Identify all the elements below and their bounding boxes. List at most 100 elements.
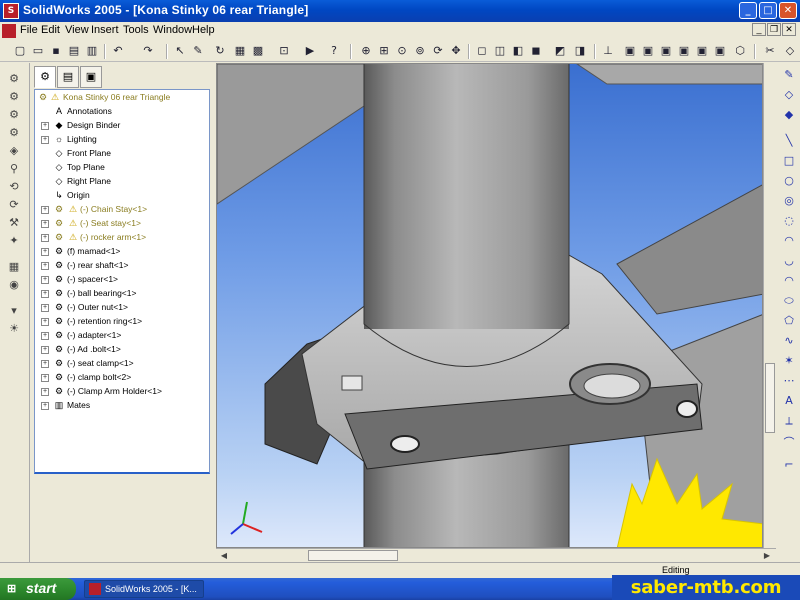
solidworks-logo-icon[interactable]: S — [3, 3, 19, 19]
hide-show-icon[interactable]: ⚙ — [5, 107, 23, 123]
hidden-lines-icon[interactable]: ◫ — [492, 43, 508, 59]
menu-tools[interactable]: Tools — [123, 24, 149, 36]
rotate-component-icon[interactable]: ⟳ — [5, 197, 23, 213]
spline-icon[interactable]: ∿ — [781, 333, 797, 349]
bottom-view-icon[interactable]: ▣ — [712, 43, 728, 59]
diamond-icon[interactable]: ◆ — [781, 107, 797, 123]
shaded-icon[interactable]: ◼ — [528, 43, 544, 59]
expand-icon[interactable]: + — [41, 360, 49, 368]
rebuild-icon[interactable]: ↻ — [212, 43, 228, 59]
maximize-button[interactable]: □ — [759, 2, 777, 19]
feature-tree-tab[interactable]: ⚙ — [34, 66, 56, 88]
circle-center-icon[interactable]: ◎ — [781, 193, 797, 209]
centerpoint-arc-icon[interactable]: ◡ — [781, 253, 797, 269]
smart-dimension-icon[interactable]: ◇ — [781, 87, 797, 103]
three-point-arc-icon[interactable]: ◠ — [781, 273, 797, 289]
expand-icon[interactable]: + — [41, 318, 49, 326]
front-view-icon[interactable]: ▣ — [622, 43, 638, 59]
insert-component-icon[interactable]: ⚙ — [5, 89, 23, 105]
standard-views-icon[interactable]: ⊥ — [600, 43, 616, 59]
scroll-left-icon[interactable]: ◀ — [218, 550, 230, 561]
mirror-icon[interactable]: ⟂ — [781, 413, 797, 429]
arc-icon[interactable]: ◠ — [781, 233, 797, 249]
smart-fasteners-icon[interactable]: ⚒ — [5, 215, 23, 231]
fillet-icon[interactable]: ⌒ — [781, 435, 797, 451]
dropdown-icon[interactable]: ▾ — [5, 303, 23, 319]
zoom-selection-icon[interactable]: ⊚ — [412, 43, 428, 59]
property-tab[interactable]: ▤ — [57, 66, 79, 88]
section-icon[interactable]: ◨ — [572, 43, 588, 59]
start-button[interactable]: ⊞ start — [0, 578, 76, 600]
left-view-icon[interactable]: ▣ — [658, 43, 674, 59]
zoom-in-icon[interactable]: ⊙ — [394, 43, 410, 59]
horizontal-scroll-thumb[interactable] — [308, 550, 398, 561]
wireframe-icon[interactable]: ◻ — [474, 43, 490, 59]
viewport-vertical-scrollbar[interactable] — [763, 63, 776, 548]
expand-icon[interactable]: + — [41, 346, 49, 354]
doc-minimize-button[interactable]: _ — [752, 23, 766, 36]
tangent-arc-icon[interactable]: ◌ — [781, 213, 797, 229]
print-preview-icon[interactable]: ▥ — [84, 43, 100, 59]
menu-view[interactable]: View — [65, 24, 89, 36]
select-icon[interactable]: ↖ — [172, 43, 188, 59]
right-view-icon[interactable]: ▣ — [676, 43, 692, 59]
print-icon[interactable]: ▤ — [66, 43, 82, 59]
vertical-scroll-thumb[interactable] — [765, 363, 775, 433]
forward-icon[interactable]: ▶ — [302, 43, 318, 59]
polygon-icon[interactable]: ⬠ — [781, 313, 797, 329]
rectangle-icon[interactable]: □ — [781, 153, 797, 169]
smart-dimension-icon[interactable]: ◇ — [782, 43, 798, 59]
zoom-area-icon[interactable]: ⊞ — [376, 43, 392, 59]
line-icon[interactable]: ╲ — [781, 133, 797, 149]
sketch-tool-icon[interactable]: ✂ — [762, 43, 778, 59]
new-icon[interactable]: ▢ — [12, 43, 28, 59]
ellipse-icon[interactable]: ⬭ — [781, 293, 797, 309]
menu-file[interactable]: File — [20, 24, 38, 36]
doc-restore-button[interactable]: ❐ — [767, 23, 781, 36]
minimize-button[interactable]: _ — [739, 2, 757, 19]
options-icon[interactable]: ▦ — [232, 43, 248, 59]
save-icon[interactable]: ▪ — [48, 43, 64, 59]
menu-help[interactable]: Help — [192, 24, 215, 36]
document-icon[interactable] — [2, 24, 16, 38]
grid-icon[interactable]: ▩ — [250, 43, 266, 59]
expand-icon[interactable]: + — [41, 220, 49, 228]
feature-icon[interactable]: ◉ — [5, 277, 23, 293]
expand-icon[interactable]: + — [41, 290, 49, 298]
expand-icon[interactable]: + — [41, 234, 49, 242]
edit-component-icon[interactable]: ◈ — [5, 143, 23, 159]
sketch-icon[interactable]: ✎ — [190, 43, 206, 59]
rotate-icon[interactable]: ⟳ — [430, 43, 446, 59]
shadows-icon[interactable]: ◩ — [552, 43, 568, 59]
menu-insert[interactable]: Insert — [91, 24, 119, 36]
open-icon[interactable]: ▭ — [30, 43, 46, 59]
hidden-removed-icon[interactable]: ◧ — [510, 43, 526, 59]
expand-icon[interactable]: + — [41, 388, 49, 396]
configuration-tab[interactable]: ▣ — [80, 66, 102, 88]
graphics-viewport[interactable] — [216, 63, 763, 548]
configuration-icon[interactable]: ☀ — [5, 321, 23, 337]
help-icon[interactable]: ? — [326, 43, 342, 59]
zoom-fit-icon[interactable]: ⊕ — [358, 43, 374, 59]
undo-icon[interactable]: ↶ — [110, 43, 126, 59]
close-button[interactable]: ✕ — [779, 2, 797, 19]
viewport-horizontal-scrollbar[interactable]: ◀ ▶ — [216, 548, 776, 562]
interference-icon[interactable]: ▦ — [5, 259, 23, 275]
expand-icon[interactable]: + — [41, 304, 49, 312]
expand-icon[interactable]: + — [41, 262, 49, 270]
expand-icon[interactable]: + — [41, 276, 49, 284]
assembly-icon[interactable]: ⚙ — [5, 71, 23, 87]
chamfer-icon[interactable]: ⌐ — [781, 457, 797, 473]
explode-icon[interactable]: ✦ — [5, 233, 23, 249]
expand-icon[interactable]: + — [41, 374, 49, 382]
pan-icon[interactable]: ✥ — [448, 43, 464, 59]
point-icon[interactable]: ✶ — [781, 353, 797, 369]
expand-icon[interactable]: + — [41, 136, 49, 144]
mate-icon[interactable]: ⚲ — [5, 161, 23, 177]
menu-edit[interactable]: Edit — [41, 24, 60, 36]
taskbar-item-solidworks[interactable]: SolidWorks 2005 - [K... — [84, 580, 204, 598]
expand-icon[interactable]: + — [41, 248, 49, 256]
isometric-icon[interactable]: ⬡ — [732, 43, 748, 59]
top-view-icon[interactable]: ▣ — [694, 43, 710, 59]
back-view-icon[interactable]: ▣ — [640, 43, 656, 59]
